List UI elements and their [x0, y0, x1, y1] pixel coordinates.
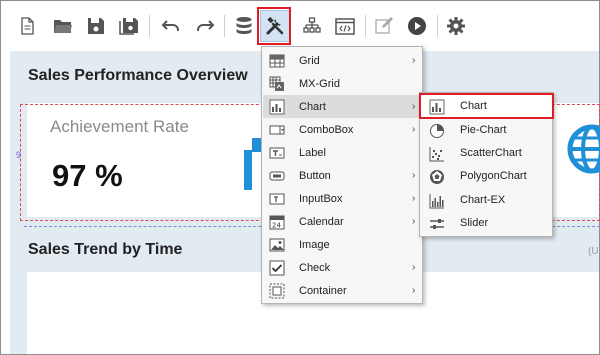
- save-button[interactable]: [82, 11, 110, 41]
- toolbar-divider: [437, 15, 438, 37]
- menu-item-label: Grid: [299, 54, 320, 67]
- submenu-arrow-icon: ›: [412, 285, 416, 296]
- section-title-sales-performance: Sales Performance Overview: [28, 67, 248, 84]
- insert-component-menu: Grid › MX-Grid Chart › ComboBox › Label …: [261, 46, 423, 304]
- menu-item-label: Image: [299, 238, 330, 251]
- settings-icon: [447, 17, 465, 35]
- submenu-arrow-icon: ›: [412, 170, 416, 181]
- submenu-item-label: Slider: [460, 217, 489, 229]
- unit-text: (U: [588, 246, 599, 257]
- menu-item-label: MX-Grid: [299, 77, 340, 90]
- undo-button[interactable]: [157, 11, 185, 41]
- new-file-button[interactable]: [13, 11, 41, 41]
- toolbar-divider: [365, 15, 366, 37]
- redo-button[interactable]: [191, 11, 219, 41]
- chart-decoration: [244, 150, 252, 190]
- grid-icon: [269, 54, 285, 68]
- run-icon: [408, 17, 426, 35]
- submenu-item-polygonchart[interactable]: PolygonChart: [421, 165, 553, 188]
- menu-item-image[interactable]: Image: [263, 233, 423, 256]
- menu-item-label: ComboBox: [299, 123, 354, 136]
- menu-item-label: InputBox: [299, 192, 343, 205]
- code-window-button[interactable]: [331, 11, 359, 41]
- submenu-item-chart-ex[interactable]: Chart-EX: [421, 189, 553, 212]
- menu-item-chart[interactable]: Chart ›: [263, 95, 423, 118]
- achievement-rate-label: Achievement Rate: [50, 117, 189, 136]
- mx-grid-icon: [269, 76, 284, 91]
- button-icon: [269, 171, 285, 181]
- image-icon: [269, 238, 285, 252]
- submenu-item-pie-chart[interactable]: Pie-Chart: [421, 119, 553, 142]
- menu-item-label: Calendar: [299, 215, 344, 228]
- menu-item-label: Button: [299, 169, 331, 182]
- inputbox-icon: [269, 193, 285, 205]
- new-file-icon: [21, 17, 34, 35]
- menu-item-grid[interactable]: Grid ›: [263, 49, 423, 72]
- globe-icon: [567, 124, 600, 174]
- svg-text:24: 24: [272, 222, 281, 230]
- hierarchy-button[interactable]: [298, 11, 326, 41]
- edit-icon: [375, 17, 393, 34]
- submenu-item-scatterchart[interactable]: ScatterChart: [421, 142, 553, 165]
- check-icon: [269, 260, 285, 276]
- toolbar: [1, 1, 599, 51]
- menu-item-button[interactable]: Button ›: [263, 164, 423, 187]
- menu-item-calendar[interactable]: 24 Calendar ›: [263, 210, 423, 233]
- submenu-item-label: Pie-Chart: [460, 124, 507, 136]
- submenu-arrow-icon: ›: [412, 124, 416, 135]
- menu-item-label: Container: [299, 284, 347, 297]
- submenu-arrow-icon: ›: [412, 101, 416, 112]
- menu-item-inputbox[interactable]: InputBox ›: [263, 187, 423, 210]
- menu-item-container[interactable]: Container ›: [263, 279, 423, 302]
- submenu-arrow-icon: ›: [412, 262, 416, 273]
- edit-button[interactable]: [370, 11, 398, 41]
- database-icon: [236, 17, 252, 34]
- menu-item-mx-grid[interactable]: MX-Grid: [263, 72, 423, 95]
- calendar-icon: 24: [269, 215, 285, 230]
- pie-chart-icon: [430, 124, 444, 138]
- chart-icon: [269, 99, 285, 115]
- section-title-sales-trend: Sales Trend by Time: [28, 241, 183, 258]
- polygon-chart-icon: [430, 170, 444, 184]
- menu-item-label: Check: [299, 261, 331, 274]
- submenu-item-label: PolygonChart: [460, 170, 527, 182]
- open-button[interactable]: [49, 11, 77, 41]
- menu-item-label[interactable]: Label: [263, 141, 423, 164]
- toolbar-divider: [149, 15, 150, 37]
- toolbar-divider: [224, 15, 225, 37]
- open-folder-icon: [54, 20, 72, 33]
- menu-item-label: Label: [299, 146, 326, 159]
- label-icon: [269, 147, 285, 159]
- menu-item-label: Chart: [299, 100, 326, 113]
- guide-marker: 9: [16, 150, 22, 160]
- save-all-icon: [119, 18, 138, 35]
- scatter-chart-icon: [429, 147, 444, 162]
- combobox-icon: [269, 125, 285, 135]
- menu-item-check[interactable]: Check ›: [263, 256, 423, 279]
- submenu-item-label: Chart-EX: [460, 194, 506, 206]
- database-button[interactable]: [230, 11, 258, 41]
- chart-item-highlight: [419, 93, 554, 119]
- settings-button[interactable]: [442, 11, 470, 41]
- submenu-arrow-icon: ›: [412, 193, 416, 204]
- submenu-arrow-icon: ›: [412, 216, 416, 227]
- save-all-button[interactable]: [115, 11, 143, 41]
- submenu-arrow-icon: ›: [412, 55, 416, 66]
- redo-icon: [197, 20, 215, 31]
- submenu-item-label: ScatterChart: [460, 147, 522, 159]
- tools-highlight: [257, 7, 291, 45]
- chart-ex-icon: [429, 194, 444, 209]
- save-icon: [88, 18, 104, 34]
- undo-icon: [161, 20, 179, 31]
- container-icon: [269, 283, 285, 299]
- menu-item-combobox[interactable]: ComboBox ›: [263, 118, 423, 141]
- achievement-rate-value: 97 %: [52, 158, 123, 193]
- slider-icon: [430, 219, 444, 229]
- code-window-icon: [335, 17, 355, 35]
- run-button[interactable]: [403, 11, 431, 41]
- hierarchy-icon: [303, 17, 321, 33]
- submenu-item-slider[interactable]: Slider: [421, 212, 553, 235]
